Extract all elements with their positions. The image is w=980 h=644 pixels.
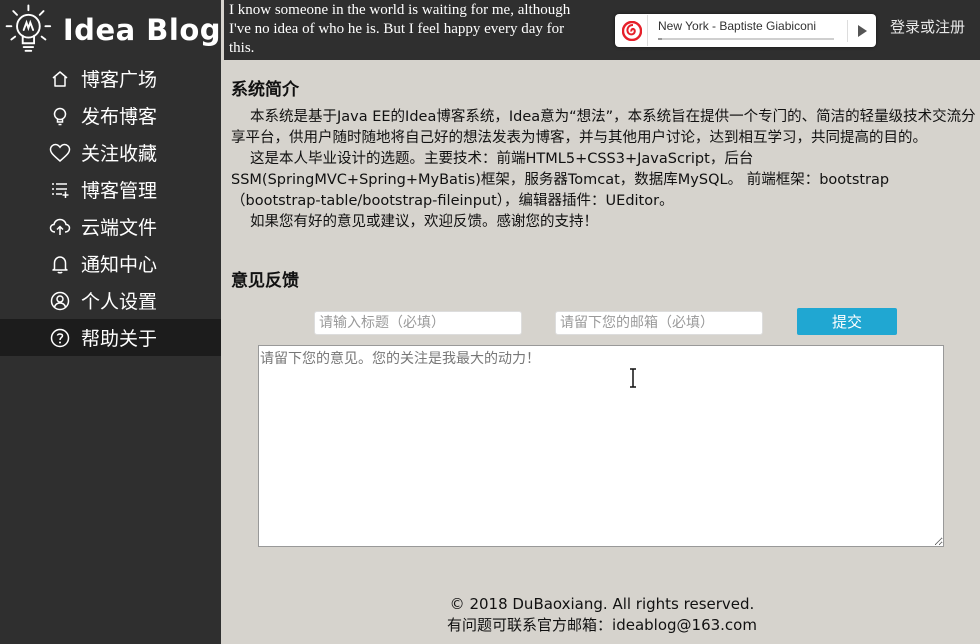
lightbulb-icon xyxy=(49,105,71,127)
sidebar-item-notifications[interactable]: 通知中心 xyxy=(0,245,221,282)
site-title: Idea Blog xyxy=(62,13,221,47)
sidebar-item-label: 博客管理 xyxy=(81,180,158,202)
intro-body: 本系统是基于Java EE的Idea博客系统，Idea意为“想法”，本系统旨在提… xyxy=(231,107,976,233)
sidebar-item-label: 帮助关于 xyxy=(81,328,158,350)
feedback-title: 意见反馈 xyxy=(231,271,299,291)
bell-icon xyxy=(49,253,71,275)
sidebar-item-publish-blog[interactable]: 发布博客 xyxy=(0,97,221,134)
intro-paragraph: 如果您有好的意见或建议，欢迎反馈。感谢您的支持！ xyxy=(250,214,598,230)
intro-paragraph: 本系统是基于Java EE的Idea博客系统，Idea意为“想法”，本系统旨在提… xyxy=(231,109,976,146)
feedback-content-textarea[interactable] xyxy=(258,345,944,547)
intro-title: 系统简介 xyxy=(231,80,299,100)
help-icon xyxy=(49,327,71,349)
footer-contact: 有问题可联系官方邮箱：ideablog@163.com xyxy=(447,616,757,634)
submit-button[interactable]: 提交 xyxy=(797,308,897,335)
sidebar-item-cloud-files[interactable]: 云端文件 xyxy=(0,208,221,245)
sidebar-item-label: 博客广场 xyxy=(81,69,158,91)
header-quote: I know someone in the world is waiting f… xyxy=(229,2,571,56)
sidebar-item-favorites[interactable]: 关注收藏 xyxy=(0,134,221,171)
play-icon xyxy=(858,25,867,37)
music-progress-fill xyxy=(658,38,662,40)
sidebar-item-blog-square[interactable]: 博客广场 xyxy=(0,60,221,97)
sidebar-item-label: 关注收藏 xyxy=(81,143,158,165)
feedback-title-input[interactable] xyxy=(314,311,522,335)
page-footer: © 2018 DuBaoxiang. All rights reserved. … xyxy=(224,594,980,636)
top-header: Idea Blog I know someone in the world is… xyxy=(0,0,980,60)
music-track-title: New York - Baptiste Giabiconi xyxy=(658,19,817,33)
footer-copyright: © 2018 DuBaoxiang. All rights reserved. xyxy=(449,595,755,613)
login-register-link[interactable]: 登录或注册 xyxy=(890,16,965,37)
sidebar-item-personal-settings[interactable]: 个人设置 xyxy=(0,282,221,319)
sidebar-item-label: 发布博客 xyxy=(81,106,158,128)
lightbulb-logo-icon xyxy=(5,4,52,52)
list-add-icon xyxy=(49,179,71,201)
netease-music-icon[interactable] xyxy=(616,15,648,46)
sidebar-item-blog-manage[interactable]: 博客管理 xyxy=(0,171,221,208)
play-button[interactable] xyxy=(847,20,869,42)
sidebar-nav: 博客广场 发布博客 关注收藏 博客管理 云端文件 通知中心 个人设置 帮助关于 xyxy=(0,60,221,644)
header-divider xyxy=(221,0,224,60)
main-content: 系统简介 本系统是基于Java EE的Idea博客系统，Idea意为“想法”，本… xyxy=(224,60,980,644)
music-player: New York - Baptiste Giabiconi xyxy=(615,14,876,47)
home-icon xyxy=(49,68,71,90)
sidebar-item-label: 通知中心 xyxy=(81,254,158,276)
cloud-upload-icon xyxy=(49,216,71,238)
text-cursor-icon xyxy=(630,368,636,388)
sidebar-item-label: 云端文件 xyxy=(81,217,158,239)
sidebar-item-help-about[interactable]: 帮助关于 xyxy=(0,319,221,356)
music-progress-bar[interactable] xyxy=(658,38,834,40)
site-logo[interactable]: Idea Blog xyxy=(0,0,221,60)
intro-paragraph: 这是本人毕业设计的选题。主要技术：前端HTML5+CSS3+JavaScript… xyxy=(231,151,890,209)
sidebar-item-label: 个人设置 xyxy=(81,291,158,313)
heart-icon xyxy=(49,142,71,164)
feedback-email-input[interactable] xyxy=(555,311,763,335)
user-icon xyxy=(49,290,71,312)
